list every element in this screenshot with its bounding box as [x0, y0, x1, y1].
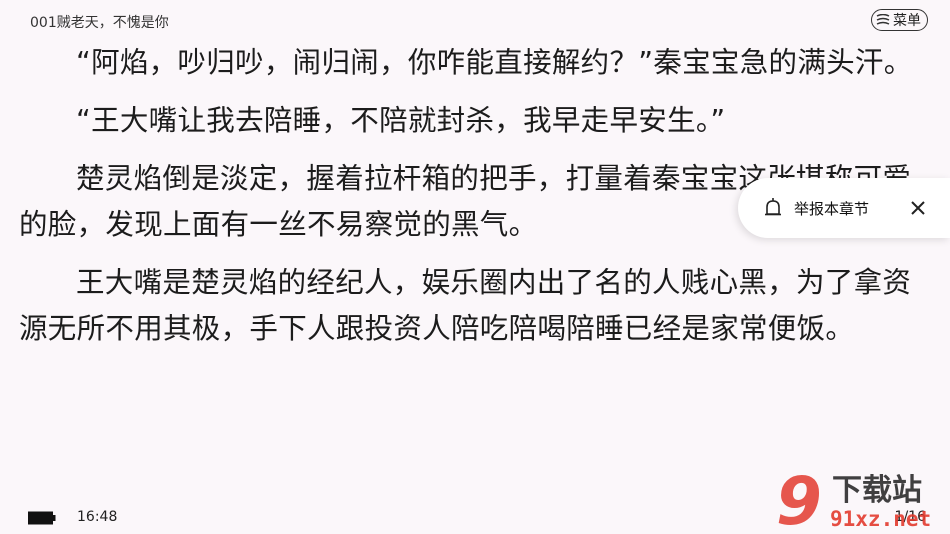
report-chapter-popup[interactable]: 举报本章节 — [738, 178, 950, 238]
battery-icon — [28, 511, 56, 525]
paragraph: “王大嘴让我去陪睡，不陪就封杀，我早走早安生。” — [76, 104, 726, 137]
watermark-main-text: 下载站 — [832, 473, 922, 508]
watermark-logo-numeral: 9 — [776, 464, 822, 534]
menu-label: 菜单 — [893, 13, 921, 29]
report-chapter-label[interactable]: 举报本章节 — [794, 198, 869, 219]
clock-time: 16:48 — [77, 509, 118, 525]
menu-button[interactable]: 菜单 — [871, 9, 928, 31]
paragraph: “阿焰，吵归吵，闹归闹，你咋能直接解约？”秦宝宝急的满头汗。 — [76, 46, 913, 79]
watermark-logo: 9 下载站 91xz.net — [776, 464, 931, 534]
menu-icon — [876, 14, 890, 25]
chapter-title: 001贼老天，不愧是你 — [30, 15, 169, 31]
watermark-sub-text: 91xz.net — [830, 507, 931, 531]
close-icon[interactable] — [908, 198, 928, 218]
bell-icon — [765, 198, 781, 216]
paragraph: 王大嘴是楚灵焰的经纪人，娱乐圈内出了名的人贱心黑，为了拿资源无所不用其极，手下人… — [19, 266, 912, 345]
